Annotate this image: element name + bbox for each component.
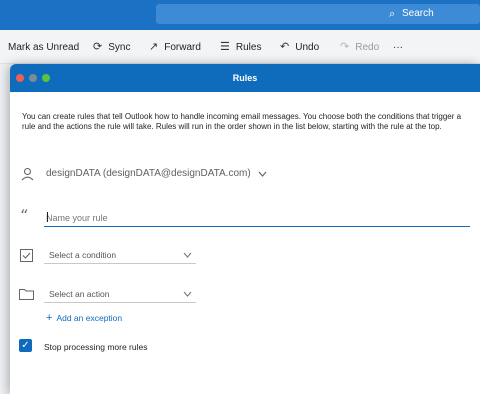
search-label: Search (402, 8, 434, 19)
chevron-down-icon (258, 171, 267, 177)
quote-icon: “ (20, 206, 29, 225)
text-caret (47, 212, 48, 222)
condition-placeholder: Select a condition (49, 249, 117, 260)
rules-button[interactable]: ☰ Rules (220, 40, 261, 54)
checkbox-condition-icon (20, 249, 33, 262)
account-label: designDATA (designDATA@designDATA.com) (46, 168, 251, 179)
stop-processing-checkbox[interactable]: ✓ (19, 339, 32, 352)
checkmark-icon: ✓ (21, 340, 30, 351)
rules-description: You can create rules that tell Outlook h… (22, 112, 462, 131)
search-box[interactable]: ⌕ Search (156, 4, 480, 24)
action-dropdown[interactable]: Select an action (44, 285, 196, 303)
redo-label: Redo (355, 41, 380, 53)
sync-label: Sync (108, 41, 131, 53)
search-icon: ⌕ (389, 8, 396, 20)
more-options-button[interactable]: ··· (393, 40, 403, 54)
undo-icon: ↶ (280, 41, 290, 53)
rule-name-input[interactable] (44, 209, 470, 227)
mark-as-unread-label: Mark as Unread (8, 41, 80, 53)
condition-dropdown[interactable]: Select a condition (44, 246, 196, 264)
dialog-titlebar: Rules (10, 64, 480, 92)
folder-icon (19, 289, 34, 300)
app-header: ⌕ Search (0, 0, 480, 30)
dialog-title: Rules (232, 73, 258, 83)
sync-icon: ⟳ (93, 41, 103, 53)
plus-icon: + (46, 312, 53, 324)
undo-button[interactable]: ↶ Undo (280, 40, 319, 54)
chevron-down-icon (183, 291, 192, 297)
account-selector[interactable]: designDATA (designDATA@designDATA.com) (46, 168, 267, 180)
chevron-down-icon (183, 252, 192, 258)
rules-label: Rules (235, 41, 262, 53)
person-icon (21, 167, 34, 181)
rules-dialog: Rules You can create rules that tell Out… (10, 64, 480, 394)
forward-label: Forward (164, 41, 201, 53)
toolbar: Mark as Unread ⟳ Sync ↗ Forward ☰ Rules … (0, 30, 480, 64)
add-exception-label: Add an exception (56, 313, 123, 323)
redo-button[interactable]: ↷ Redo (340, 40, 379, 54)
more-icon: ··· (393, 41, 403, 53)
add-exception-link[interactable]: + Add an exception (46, 312, 123, 324)
stop-processing-label: Stop processing more rules (44, 342, 148, 352)
forward-arrow-icon: ↗ (149, 41, 159, 53)
forward-button[interactable]: ↗ Forward (149, 40, 201, 54)
rules-list-icon: ☰ (220, 41, 230, 53)
action-placeholder: Select an action (49, 288, 110, 299)
redo-icon: ↷ (340, 41, 350, 53)
sync-button[interactable]: ⟳ Sync (93, 40, 130, 54)
undo-label: Undo (295, 41, 320, 53)
mark-as-unread-button[interactable]: Mark as Unread (0, 40, 79, 54)
